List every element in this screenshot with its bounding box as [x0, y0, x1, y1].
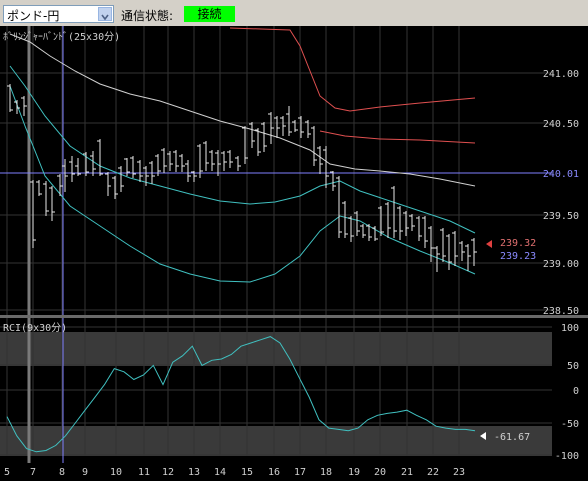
price-marker-bid: 239.23 [500, 251, 536, 262]
price-tick-label: 241.00 [543, 69, 579, 80]
time-tick-label: 9 [82, 467, 88, 478]
rci-panel: -61.67 RCI(9x30分) 100 50 0 -50 -100 [0, 318, 579, 463]
time-tick-label: 10 [110, 467, 122, 478]
time-tick-label: 18 [320, 467, 332, 478]
currency-pair-select[interactable]: ポンド-円 [3, 5, 114, 23]
price-tick-label: 239.50 [543, 211, 579, 222]
chevron-down-icon[interactable] [98, 7, 112, 21]
time-tick-label: 11 [138, 467, 150, 478]
rci-tick-label: 50 [567, 361, 579, 372]
price-tick-label: 240.01 [543, 169, 579, 180]
time-tick-label: 19 [348, 467, 360, 478]
price-tick-label: 239.00 [543, 259, 579, 270]
time-tick-label: 13 [188, 467, 200, 478]
time-tick-label: 14 [214, 467, 226, 478]
time-tick-label: 7 [30, 467, 36, 478]
price-marker-ask: 239.32 [500, 238, 536, 249]
time-tick-label: 21 [401, 467, 413, 478]
rci-overbought-zone [0, 332, 552, 366]
time-tick-label: 17 [294, 467, 306, 478]
rci-tick-label: -100 [555, 451, 579, 462]
rci-tick-label: 100 [561, 323, 579, 334]
connection-status-label: 通信状態: [121, 9, 174, 23]
time-tick-label: 15 [241, 467, 253, 478]
chart-area[interactable]: 239.32 239.23 ﾎﾞﾘﾝｼﾞｬｰﾊﾞﾝﾄﾞ(25x30分) 241.… [0, 26, 588, 481]
time-tick-label: 12 [162, 467, 174, 478]
rci-tick-label: 0 [573, 386, 579, 397]
time-tick-label: 20 [374, 467, 386, 478]
currency-pair-value: ポンド-円 [7, 9, 60, 23]
toolbar: ポンド-円 通信状態: 接続 [0, 0, 588, 26]
price-tick-label: 240.50 [543, 119, 579, 130]
rci-oversold-zone [0, 426, 552, 456]
time-tick-label: 16 [268, 467, 280, 478]
panel-separator[interactable] [0, 315, 588, 318]
time-tick-label: 23 [453, 467, 465, 478]
bollinger-title: ﾎﾞﾘﾝｼﾞｬｰﾊﾞﾝﾄﾞ(25x30分) [3, 31, 120, 43]
time-tick-label: 5 [4, 467, 10, 478]
time-tick-label: 22 [427, 467, 439, 478]
rci-tick-label: -50 [561, 419, 579, 430]
rci-current-value: -61.67 [494, 432, 530, 443]
time-tick-label: 8 [59, 467, 65, 478]
rci-title: RCI(9x30分) [3, 322, 67, 334]
connection-status-badge: 接続 [184, 6, 235, 22]
